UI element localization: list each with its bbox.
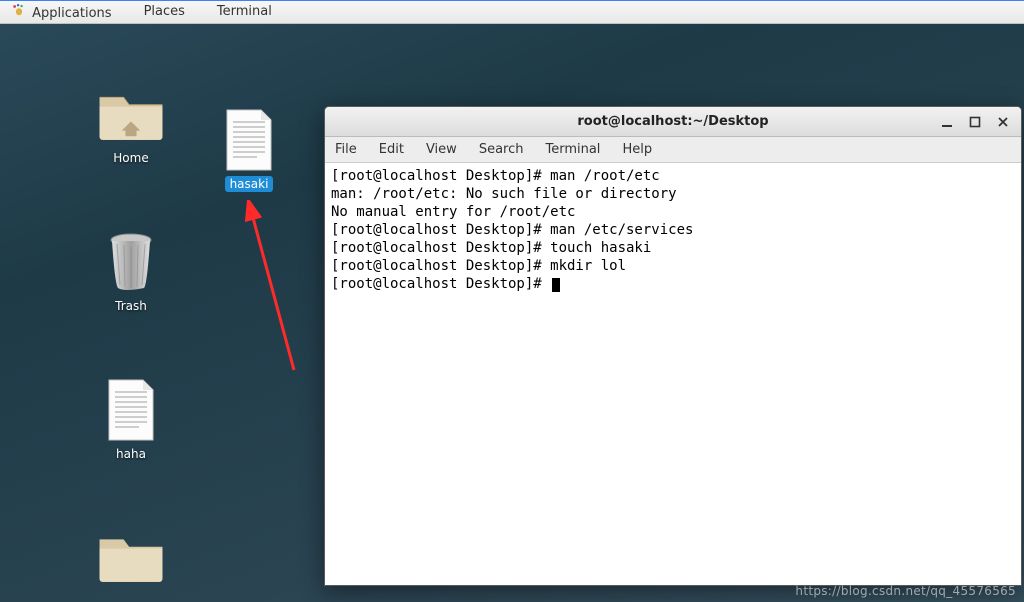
panel-applications-menu[interactable]: Applications — [6, 1, 118, 23]
terminal-line: man: /root/etc: No such file or director… — [331, 186, 677, 202]
window-titlebar[interactable]: root@localhost:~/Desktop — [325, 107, 1021, 137]
terminal-line: [root@localhost Desktop]# man /root/etc — [331, 168, 660, 184]
terminal-line: [root@localhost Desktop]# mkdir lol — [331, 258, 626, 274]
terminal-line: No manual entry for /root/etc — [331, 204, 575, 220]
desktop-icon-label: hasaki — [225, 176, 274, 192]
folder-icon — [94, 524, 168, 588]
desktop-icon-haha[interactable]: haha — [86, 374, 176, 462]
text-document-icon — [223, 108, 275, 172]
menu-search[interactable]: Search — [475, 140, 528, 159]
terminal-window: root@localhost:~/Desktop File Edit View … — [324, 106, 1022, 586]
desktop-icon-trash[interactable]: Trash — [86, 226, 176, 314]
panel-terminal-menu[interactable]: Terminal — [211, 2, 278, 21]
gnome-foot-icon — [12, 3, 26, 17]
desktop-icon-label: Trash — [110, 298, 152, 314]
terminal-line: [root@localhost Desktop]# man /etc/servi… — [331, 222, 693, 238]
top-panel: Applications Places Terminal — [0, 0, 1024, 24]
annotation-arrow-icon — [236, 200, 316, 380]
window-title: root@localhost:~/Desktop — [325, 114, 1021, 129]
menu-view[interactable]: View — [422, 140, 461, 159]
desktop-icon-hasaki[interactable]: hasaki — [204, 104, 294, 192]
terminal-body[interactable]: [root@localhost Desktop]# man /root/etc … — [325, 163, 1021, 585]
panel-applications-label: Applications — [32, 6, 111, 21]
close-button[interactable] — [989, 110, 1017, 134]
desktop-icon-folder[interactable] — [86, 520, 176, 592]
menu-file[interactable]: File — [331, 140, 361, 159]
maximize-button[interactable] — [961, 110, 989, 134]
panel-places-menu[interactable]: Places — [138, 2, 191, 21]
trash-icon — [103, 230, 159, 294]
desktop-icon-home[interactable]: Home — [86, 78, 176, 166]
desktop-icon-label: haha — [111, 446, 151, 462]
menu-terminal[interactable]: Terminal — [541, 140, 604, 159]
menu-help[interactable]: Help — [618, 140, 656, 159]
terminal-line: [root@localhost Desktop]# touch hasaki — [331, 240, 651, 256]
minimize-button[interactable] — [933, 110, 961, 134]
window-menubar: File Edit View Search Terminal Help — [325, 137, 1021, 163]
terminal-line: [root@localhost Desktop]# — [331, 276, 550, 292]
menu-edit[interactable]: Edit — [375, 140, 408, 159]
watermark: https://blog.csdn.net/qq_45576565 — [795, 584, 1016, 598]
text-document-icon — [105, 378, 157, 442]
folder-home-icon — [94, 82, 168, 146]
desktop-icon-label: Home — [108, 150, 153, 166]
terminal-cursor — [552, 278, 560, 292]
